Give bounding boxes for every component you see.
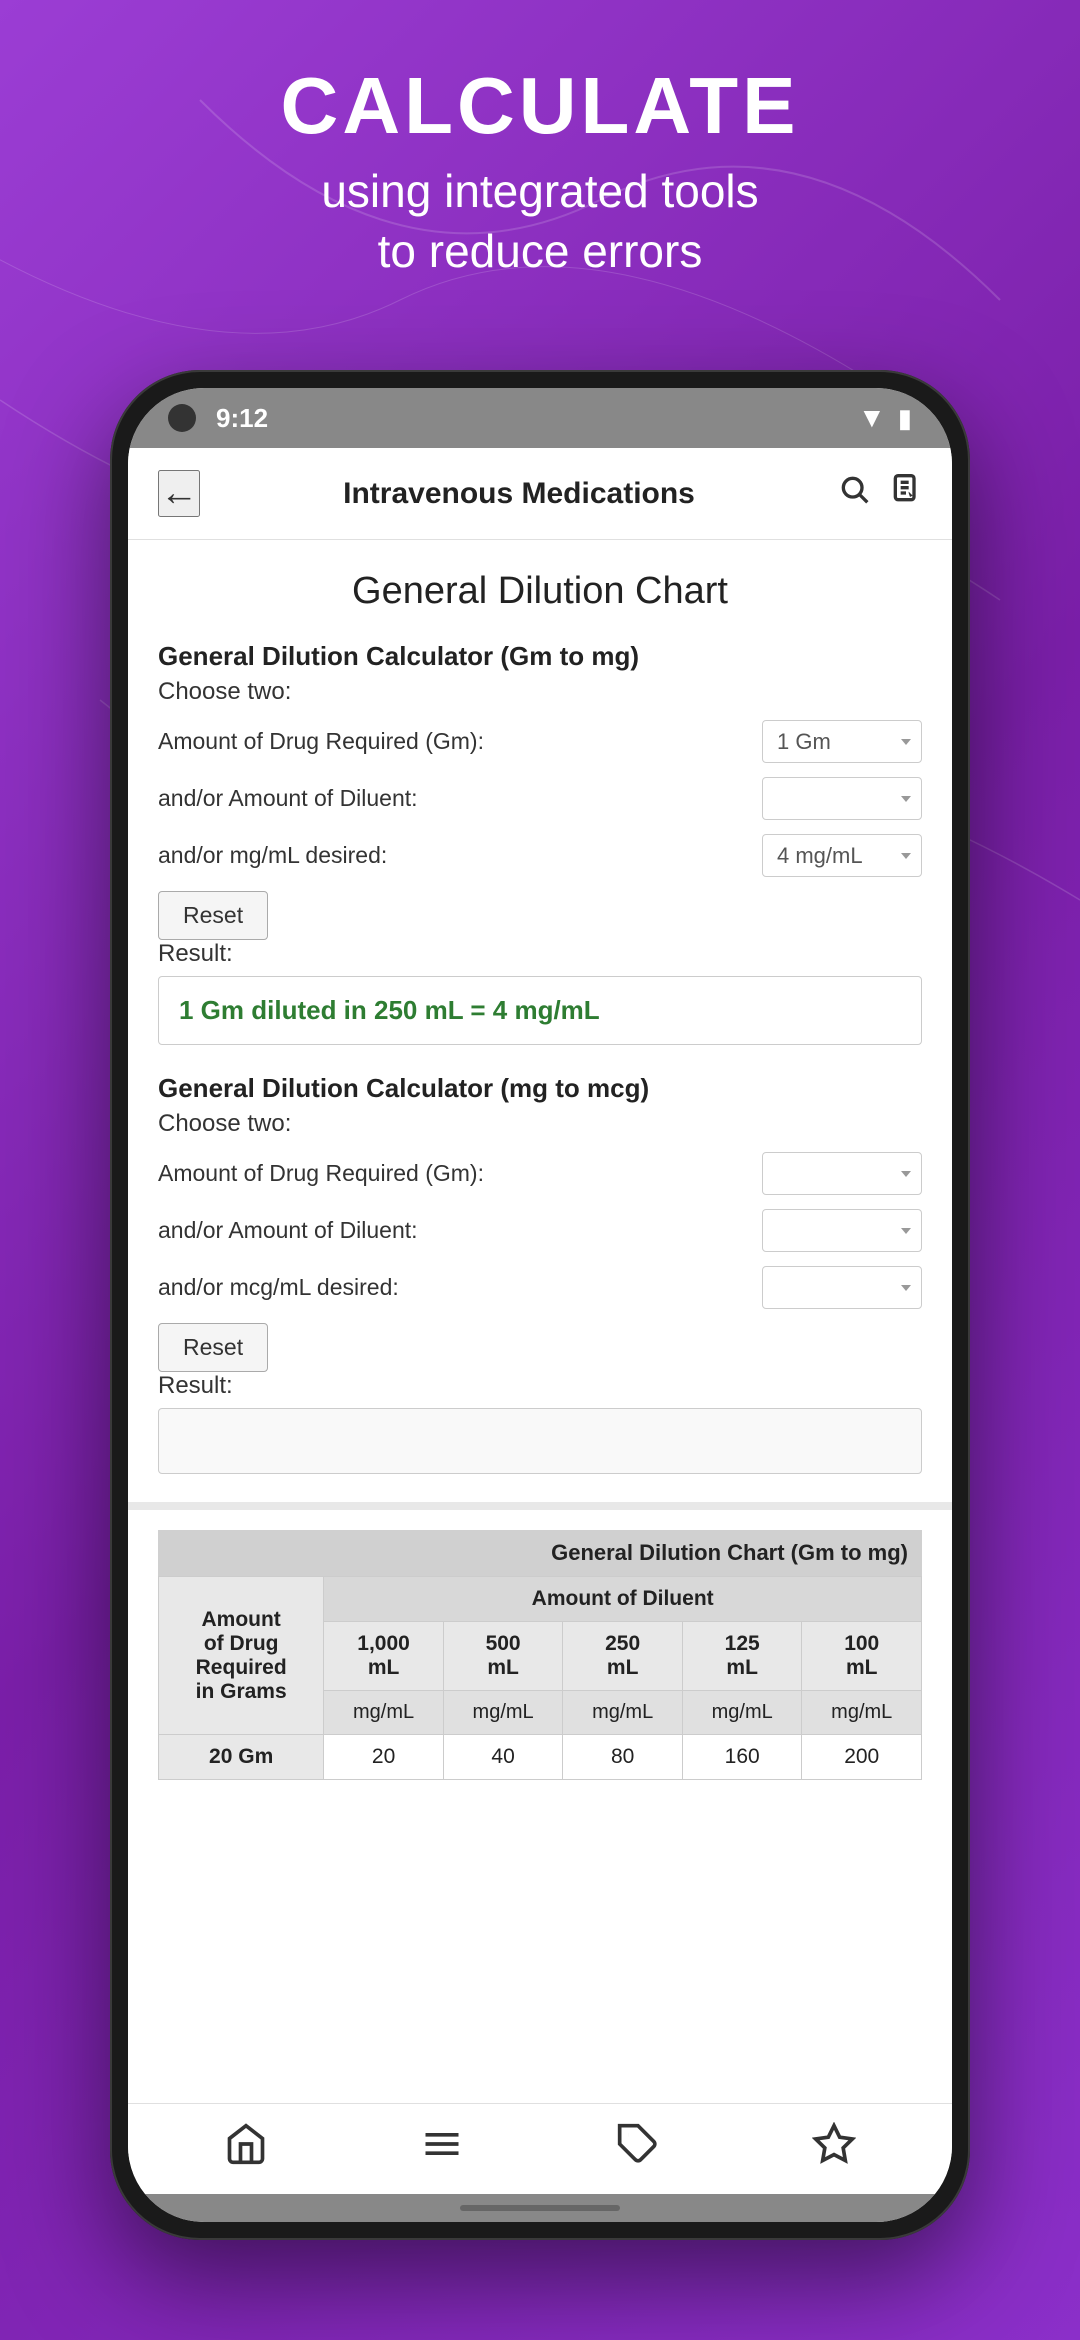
calc2-subtitle: Choose two:	[158, 1110, 922, 1138]
section-divider	[128, 1502, 952, 1510]
calc2-title: General Dilution Calculator (mg to mcg)	[158, 1073, 922, 1104]
status-icons: ▼ ▮	[858, 402, 912, 434]
calc1-title: General Dilution Calculator (Gm to mg)	[158, 641, 922, 672]
calc2-row2: and/or Amount of Diluent:	[158, 1209, 922, 1252]
dilution-table: Amountof DrugRequiredin Grams Amount of …	[158, 1576, 922, 1780]
calc1-reset-button[interactable]: Reset	[158, 891, 268, 940]
menu-nav-icon[interactable]	[420, 2122, 464, 2176]
table-unit-3: mg/mL	[563, 1691, 683, 1735]
home-bar	[460, 2205, 620, 2211]
table-col-125: 125mL	[682, 1622, 802, 1691]
app-header: ← Intravenous Medications	[128, 448, 952, 540]
calc1-row3: and/or mg/mL desired: 4 mg/mL	[158, 834, 922, 877]
calc1-field2-select[interactable]	[762, 777, 922, 820]
header-icons	[838, 473, 922, 514]
status-bar: 9:12 ▼ ▮	[128, 388, 952, 448]
calc1-field3-select[interactable]: 4 mg/mL	[762, 834, 922, 877]
calc2-row1: Amount of Drug Required (Gm):	[158, 1152, 922, 1195]
phone-frame: 9:12 ▼ ▮ ← Intravenous Medications	[110, 370, 970, 2240]
bottom-nav	[128, 2103, 952, 2194]
table-col-100: 100mL	[802, 1622, 922, 1691]
page-title: General Dilution Chart	[158, 570, 922, 613]
status-time: 9:12	[216, 403, 268, 434]
table-col-1000: 1,000mL	[324, 1622, 444, 1691]
tag-nav-icon[interactable]	[616, 2122, 660, 2176]
calc1-field3-label: and/or mg/mL desired:	[158, 842, 750, 869]
calc1-row2: and/or Amount of Diluent:	[158, 777, 922, 820]
calc2-field2-select[interactable]	[762, 1209, 922, 1252]
notes-icon[interactable]	[890, 473, 922, 514]
calc2-reset-button[interactable]: Reset	[158, 1323, 268, 1372]
table-row: 20 Gm 20 40 80 160 200	[159, 1735, 922, 1780]
calc1-field2-label: and/or Amount of Diluent:	[158, 785, 750, 812]
table-col-250: 250mL	[563, 1622, 683, 1691]
table-cell-125: 160	[682, 1735, 802, 1780]
table-unit-5: mg/mL	[802, 1691, 922, 1735]
calc2-field3-select[interactable]	[762, 1266, 922, 1309]
table-col-500: 500mL	[443, 1622, 563, 1691]
wifi-icon: ▼	[858, 402, 886, 434]
home-nav-icon[interactable]	[224, 2122, 268, 2176]
home-indicator	[128, 2194, 952, 2222]
table-diluent-header: Amount of Diluent	[324, 1577, 922, 1622]
app-header-title: Intravenous Medications	[343, 477, 695, 511]
table-cell-drug: 20 Gm	[159, 1735, 324, 1780]
calc2-section: General Dilution Calculator (mg to mcg) …	[158, 1073, 922, 1474]
table-drug-header: Amountof DrugRequiredin Grams	[159, 1577, 324, 1735]
calc2-result-label: Result:	[158, 1372, 922, 1400]
calc2-field1-select[interactable]	[762, 1152, 922, 1195]
star-nav-icon[interactable]	[812, 2122, 856, 2176]
calc1-field1-label: Amount of Drug Required (Gm):	[158, 728, 750, 755]
promo-header: CALCULATE using integrated tools to redu…	[0, 60, 1080, 282]
battery-icon: ▮	[898, 403, 912, 434]
table-cell-100: 200	[802, 1735, 922, 1780]
table-unit-2: mg/mL	[443, 1691, 563, 1735]
content-area: General Dilution Chart General Dilution …	[128, 540, 952, 2103]
calc2-field1-label: Amount of Drug Required (Gm):	[158, 1160, 750, 1187]
table-unit-1: mg/mL	[324, 1691, 444, 1735]
calc1-result-box: 1 Gm diluted in 250 mL = 4 mg/mL	[158, 976, 922, 1045]
calc1-subtitle: Choose two:	[158, 678, 922, 706]
table-cell-1000: 20	[324, 1735, 444, 1780]
calc1-row1: Amount of Drug Required (Gm): 1 Gm	[158, 720, 922, 763]
calc1-field1-select[interactable]: 1 Gm	[762, 720, 922, 763]
calc1-result-label: Result:	[158, 940, 922, 968]
table-cell-250: 80	[563, 1735, 683, 1780]
back-button[interactable]: ←	[158, 470, 200, 517]
table-section: General Dilution Chart (Gm to mg) Amount…	[158, 1530, 922, 1780]
promo-subtitle: using integrated tools to reduce errors	[0, 162, 1080, 282]
calc2-row3: and/or mcg/mL desired:	[158, 1266, 922, 1309]
table-title: General Dilution Chart (Gm to mg)	[158, 1530, 922, 1576]
camera-dot	[168, 404, 196, 432]
table-cell-500: 40	[443, 1735, 563, 1780]
calc1-section: General Dilution Calculator (Gm to mg) C…	[158, 641, 922, 1045]
phone-screen: 9:12 ▼ ▮ ← Intravenous Medications	[128, 388, 952, 2222]
search-icon[interactable]	[838, 473, 870, 514]
table-unit-4: mg/mL	[682, 1691, 802, 1735]
calc2-field3-label: and/or mcg/mL desired:	[158, 1274, 750, 1301]
calc2-field2-label: and/or Amount of Diluent:	[158, 1217, 750, 1244]
promo-title: CALCULATE	[0, 60, 1080, 152]
calc2-result-box	[158, 1408, 922, 1474]
